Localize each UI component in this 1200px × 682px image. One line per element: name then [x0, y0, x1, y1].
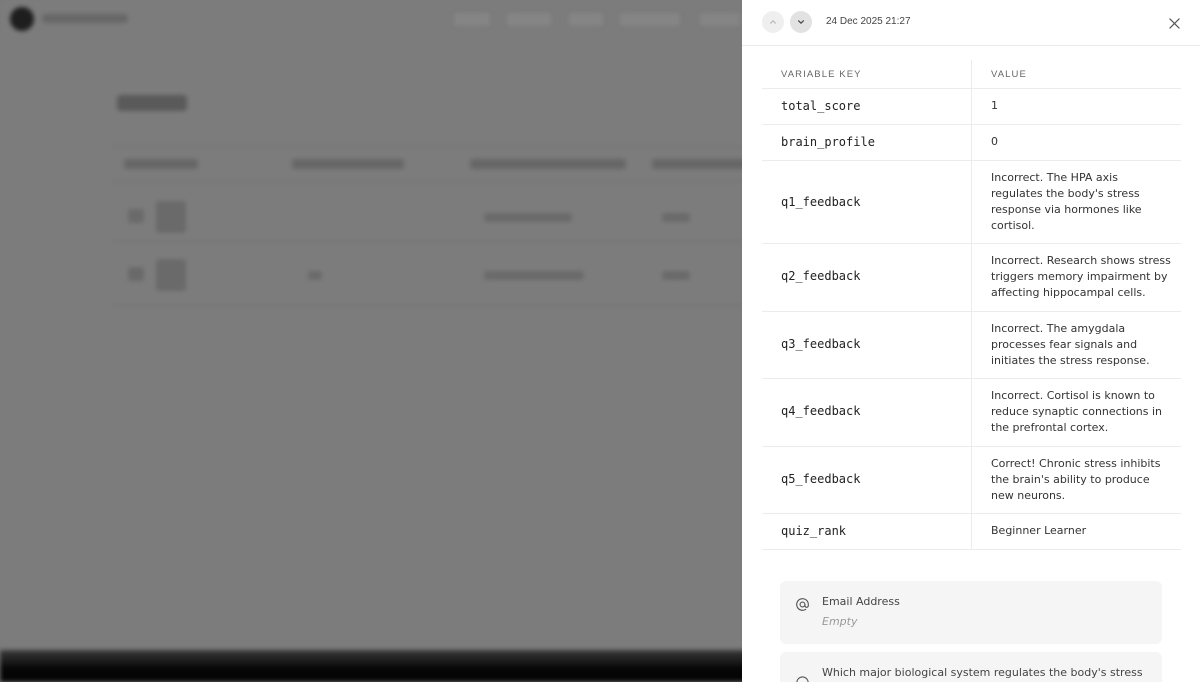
field-label: Email Address — [822, 595, 900, 608]
background-nav-item — [452, 11, 492, 28]
background-column-header — [124, 159, 198, 169]
background-cell — [128, 209, 144, 223]
variable-value: 0 — [991, 135, 998, 148]
variable-value: 1 — [991, 99, 998, 112]
previous-response-button[interactable] — [762, 11, 784, 33]
response-timestamp: 24 Dec 2025 21:27 — [826, 16, 911, 27]
background-column-header — [652, 159, 752, 169]
background-nav-item — [618, 11, 682, 28]
variable-value: Correct! Chronic stress inhibits the bra… — [991, 457, 1161, 502]
variables-table: VARIABLE KEY VALUE total_score 1 brain_p… — [762, 60, 1181, 550]
background-brand — [42, 14, 128, 23]
field-label: Which major biological system regulates … — [822, 666, 1143, 679]
variable-row-total-score: total_score 1 — [762, 89, 1181, 125]
variable-row-q5-feedback: q5_feedback Correct! Chronic stress inhi… — [762, 447, 1181, 514]
background-cell — [484, 271, 584, 280]
email-address-field[interactable]: Email Address Empty — [780, 581, 1162, 644]
background-nav-item — [505, 11, 553, 28]
circle-icon — [794, 674, 810, 682]
variable-value: Incorrect. The amygdala processes fear s… — [991, 322, 1150, 367]
background-cell — [662, 271, 690, 280]
variable-key: total_score — [781, 99, 861, 113]
background-nav-item — [698, 11, 742, 28]
background-cell — [156, 201, 186, 233]
variable-key: q2_feedback — [781, 269, 861, 283]
variable-key: q4_feedback — [781, 404, 861, 418]
background-column-header — [470, 159, 626, 169]
variable-value: Incorrect. Research shows stress trigger… — [991, 254, 1171, 299]
at-sign-icon — [794, 596, 810, 612]
background-cell — [128, 267, 144, 281]
background-cell — [156, 259, 186, 291]
variable-row-q4-feedback: q4_feedback Incorrect. Cortisol is known… — [762, 379, 1181, 447]
background-row-divider — [112, 305, 772, 306]
value-column-header: VALUE — [991, 69, 1027, 80]
variable-key: brain_profile — [781, 135, 875, 149]
chevron-down-icon — [798, 20, 804, 24]
field-value: Empty — [822, 615, 858, 628]
variable-row-brain-profile: brain_profile 0 — [762, 125, 1181, 161]
variables-table-header: VARIABLE KEY VALUE — [762, 60, 1181, 89]
variable-row-q3-feedback: q3_feedback Incorrect. The amygdala proc… — [762, 312, 1181, 379]
background-heading — [117, 95, 187, 111]
close-icon — [1168, 17, 1180, 29]
next-response-button[interactable] — [790, 11, 812, 33]
variable-row-q1-feedback: q1_feedback Incorrect. The HPA axis regu… — [762, 161, 1181, 244]
background-row-divider — [112, 241, 772, 242]
background-logo — [10, 7, 34, 31]
variable-key-column-header: VARIABLE KEY — [781, 69, 862, 80]
background-cell — [484, 213, 572, 222]
variable-value: Incorrect. Cortisol is known to reduce s… — [991, 389, 1163, 434]
variable-value: Incorrect. The HPA axis regulates the bo… — [991, 171, 1142, 232]
background-column-header — [292, 159, 404, 169]
variable-row-q2-feedback: q2_feedback Incorrect. Research shows st… — [762, 244, 1181, 312]
background-nav-item — [567, 11, 605, 28]
variable-value: Beginner Learner — [991, 524, 1087, 537]
variable-key: quiz_rank — [781, 524, 847, 538]
background-cell — [662, 213, 690, 222]
background-row-divider — [112, 181, 772, 182]
variable-row-quiz-rank: quiz_rank Beginner Learner — [762, 514, 1181, 550]
background-table — [112, 146, 772, 306]
drawer-header: 24 Dec 2025 21:27 — [742, 0, 1200, 46]
chevron-up-icon — [770, 20, 776, 24]
close-button[interactable] — [1166, 15, 1182, 31]
variable-key: q3_feedback — [781, 337, 861, 351]
variable-key: q5_feedback — [781, 472, 861, 486]
background-cell — [308, 271, 322, 280]
variable-key: q1_feedback — [781, 195, 861, 209]
response-detail-drawer: 24 Dec 2025 21:27 VARIABLE KEY VALUE tot… — [742, 0, 1200, 682]
stress-system-question-field[interactable]: Which major biological system regulates … — [780, 652, 1162, 682]
